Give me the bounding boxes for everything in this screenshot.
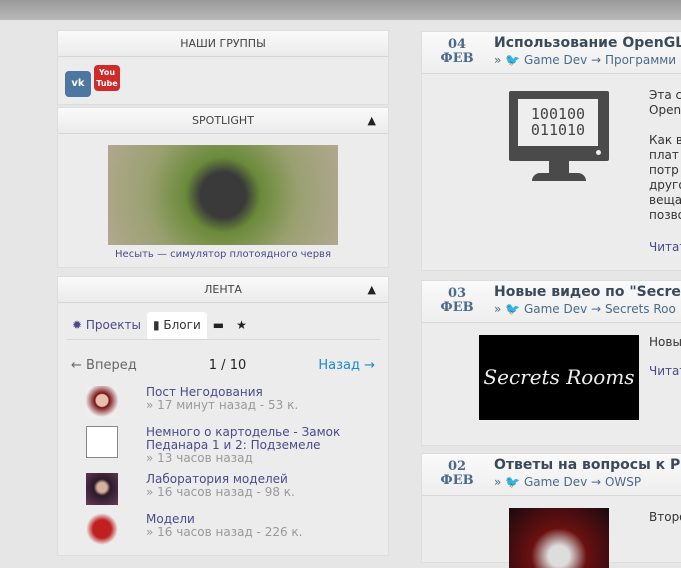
crumb-section[interactable]: OWSP [605,475,641,489]
monitor-icon: 100100 011010 [509,91,609,161]
tab-comments[interactable]: ▬ [207,312,230,339]
post-title[interactable]: Новые видео по "Secret [494,284,681,300]
list-item[interactable]: Немного о картоделье - Замок Педанара 1 … [58,426,388,465]
panel-title: НАШИ ГРУППЫ [58,31,388,57]
item-meta: » 16 часов назад - 226 к. [146,525,303,539]
breadcrumb: » 🐦 Game Dev → OWSP [494,475,642,489]
crumb-group[interactable]: Game Dev [524,302,587,316]
youtube-icon[interactable]: You Tube [94,65,120,91]
breadcrumb: » 🐦 Game Dev → Программи [494,53,677,67]
avatar [86,426,118,458]
groups-panel: НАШИ ГРУППЫ vkYou Tube [57,30,389,105]
list-item[interactable]: Модели» 16 часов назад - 226 к. [58,513,388,545]
post: 04 ФЕВ Использование OpenGL » 🐦 Game Dev … [421,31,681,271]
tab-favorites[interactable]: ★ [230,312,253,339]
gear-icon: ✹ [72,318,83,332]
post-date: 04 ФЕВ [440,37,474,66]
post-excerpt: Второ [649,510,681,524]
tab-blogs[interactable]: ▮ Блоги [146,312,207,339]
breadcrumb: » 🐦 Game Dev → Secrets Roo [494,302,676,316]
star-icon: ★ [236,318,247,332]
book-icon: ▮ [152,318,160,332]
panel-title: SPOTLIGHT [192,114,254,127]
post-date: 03 ФЕВ [440,286,474,315]
avatar [86,513,118,545]
page-indicator: 1 / 10 [208,358,247,373]
post-excerpt: Эта сOpenКак вплатпотрдруговещапозво Чит… [649,88,681,255]
post-title[interactable]: Ответы на вопросы к Pi [494,457,681,473]
read-more-link[interactable]: Читать [649,364,681,379]
spotlight-image[interactable] [108,145,338,245]
item-meta: » 16 часов назад - 98 к. [146,485,295,499]
crumb-group[interactable]: Game Dev [524,475,587,489]
avatar [86,386,118,418]
panel-title: ЛЕНТА [204,283,242,296]
tab-projects[interactable]: ✹ Проекты [66,312,147,339]
next-link[interactable]: Назад → [318,358,375,373]
crumb-group[interactable]: Game Dev [524,53,587,67]
post-date: 02 ФЕВ [440,459,474,488]
group-icon: 🐦 [505,53,521,67]
tab-label: Проекты [85,318,141,332]
collapse-icon[interactable]: ▲ [368,277,376,303]
collapse-icon[interactable]: ▲ [368,108,376,134]
post: 03 ФЕВ Новые видео по "Secret » 🐦 Game De… [421,280,681,446]
item-meta: » 13 часов назад [146,451,253,465]
post-image[interactable] [509,508,609,568]
group-icon: 🐦 [505,475,521,489]
prev-link[interactable]: ← Вперед [71,358,137,373]
post-excerpt: НовыЧитать [649,335,681,379]
tab-label: Блоги [163,318,201,332]
comment-icon: ▬ [212,318,225,332]
read-more-link[interactable]: Читать [649,240,681,255]
spotlight-caption[interactable]: Несыть — симулятор плотоядного червя [58,249,388,260]
list-item[interactable]: Лаборатория моделей» 16 часов назад - 98… [58,473,388,505]
item-meta: » 17 минут назад - 53 к. [146,398,299,412]
group-icon: 🐦 [505,302,521,316]
crumb-section[interactable]: Программи [605,53,676,67]
crumb-section[interactable]: Secrets Roo [605,302,676,316]
vk-icon[interactable]: vk [65,71,91,97]
item-title[interactable]: Немного о картоделье - Замок Педанара 1 … [146,426,388,452]
avatar [86,473,118,505]
post-image[interactable]: Secrets Rooms [479,335,639,420]
list-item[interactable]: Пост Негодования» 17 минут назад - 53 к. [58,386,388,418]
feed-panel: ЛЕНТА ▲ ✹ Проекты ▮ Блоги ▬ ★ ← Вперед 1 … [57,276,389,556]
top-bar [0,0,681,20]
post-title[interactable]: Использование OpenGL [494,35,681,51]
spotlight-panel: SPOTLIGHT ▲ Несыть — симулятор плотоядног… [57,107,389,268]
